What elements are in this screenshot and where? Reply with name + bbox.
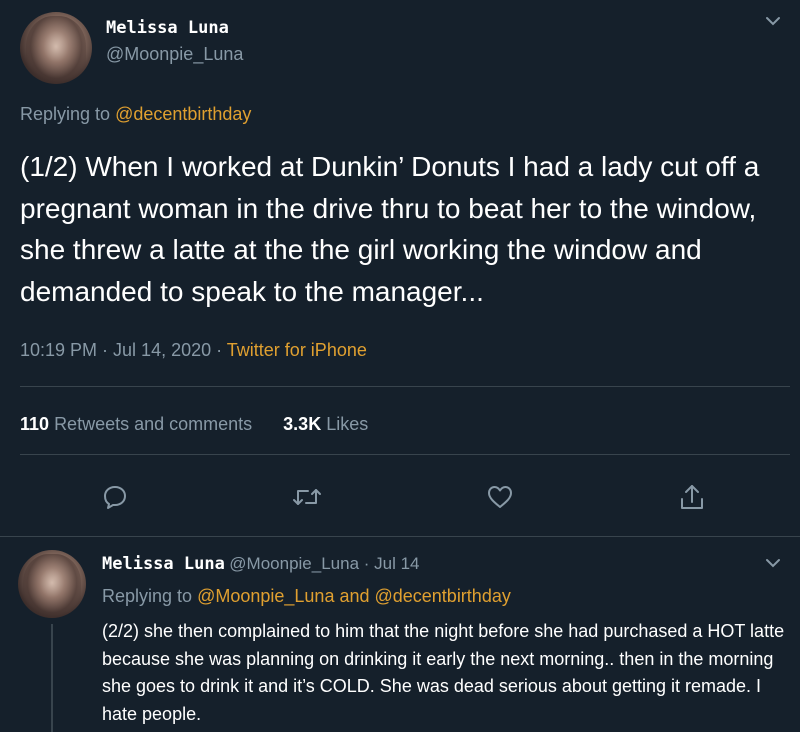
likes-count: 3.3K — [283, 414, 322, 434]
share-icon[interactable] — [678, 482, 706, 512]
likes-stat[interactable]: 3.3K Likes — [283, 414, 368, 434]
reply-avatar[interactable] — [18, 550, 86, 618]
chevron-down-icon[interactable] — [764, 14, 782, 28]
reply-header: Melissa Luna @Moonpie_Luna · Jul 14 — [102, 554, 420, 574]
like-icon[interactable] — [486, 484, 514, 510]
thread-line — [51, 624, 53, 732]
replying-label: Replying to — [20, 104, 111, 124]
divider — [20, 454, 790, 455]
reply-icon[interactable] — [102, 484, 128, 510]
author-handle[interactable]: @Moonpie_Luna — [106, 44, 243, 65]
retweet-icon[interactable] — [292, 484, 322, 510]
retweets-stat[interactable]: 110 Retweets and comments — [20, 414, 257, 434]
retweets-label: Retweets and comments — [54, 414, 253, 434]
tweet-timestamp: 10:19 PM · Jul 14, 2020 · Twitter for iP… — [20, 340, 367, 361]
author-name[interactable]: Melissa Luna — [106, 18, 229, 38]
divider — [0, 536, 800, 537]
reply-author-name[interactable]: Melissa Luna — [102, 554, 225, 574]
tweet-text: (1/2) When I worked at Dunkin’ Donuts I … — [20, 151, 760, 307]
replying-to: Replying to @decentbirthday — [20, 104, 251, 125]
retweets-count: 110 — [20, 414, 50, 434]
divider — [20, 386, 790, 387]
reply-meta[interactable]: @Moonpie_Luna · Jul 14 — [229, 554, 419, 573]
tweet-time[interactable]: 10:19 PM · Jul 14, 2020 · — [20, 340, 227, 360]
reply-replying-label: Replying to — [102, 586, 193, 606]
tweet-source[interactable]: Twitter for iPhone — [227, 340, 367, 360]
reply-replying-to: Replying to @Moonpie_Luna and @decentbir… — [102, 586, 511, 607]
reply-mention[interactable]: @decentbirthday — [115, 104, 251, 124]
tweet-stats: 110 Retweets and comments 3.3K Likes — [20, 414, 368, 435]
avatar[interactable] — [20, 12, 92, 84]
reply-mentions[interactable]: @Moonpie_Luna and @decentbirthday — [197, 586, 511, 606]
reply-text: (2/2) she then complained to him that th… — [102, 621, 785, 724]
chevron-down-icon[interactable] — [764, 556, 782, 570]
likes-label: Likes — [326, 414, 369, 434]
